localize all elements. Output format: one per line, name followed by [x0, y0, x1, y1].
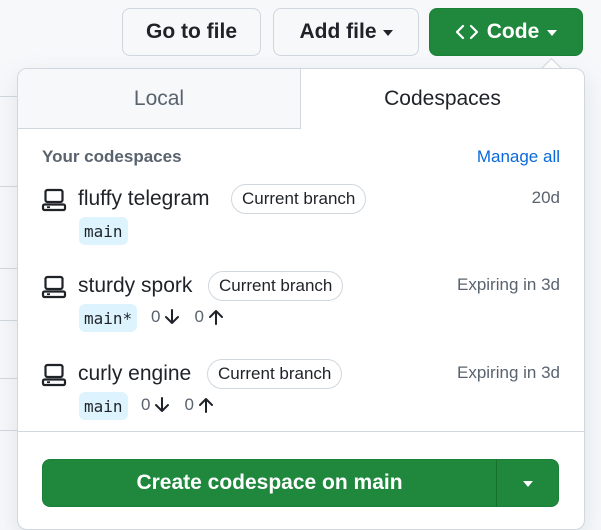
- commit-counts: 0 0: [141, 395, 214, 415]
- code-dropdown-panel: Local Codespaces Your codespaces Manage …: [17, 68, 585, 530]
- code-button[interactable]: Code: [429, 8, 583, 56]
- panel-divider: [18, 431, 584, 432]
- branch-label: main: [79, 217, 128, 245]
- background-divider: [0, 320, 18, 321]
- codespace-laptop-icon: [41, 363, 67, 387]
- current-branch-badge: Current branch: [231, 184, 367, 214]
- codespace-item[interactable]: fluffy telegram Current branch 20d main: [18, 184, 584, 267]
- arrow-up-icon: [198, 398, 213, 413]
- branch-label: main: [79, 392, 128, 420]
- code-brackets-icon: [455, 24, 478, 40]
- add-file-label: Add file: [299, 20, 377, 43]
- create-codespace-options-button[interactable]: [496, 459, 559, 507]
- manage-all-link[interactable]: Manage all: [477, 147, 560, 167]
- tab-bar: Local Codespaces: [18, 69, 584, 129]
- background-divider: [0, 378, 18, 379]
- code-label: Code: [486, 20, 540, 43]
- chevron-down-icon: [547, 30, 558, 36]
- chevron-down-icon: [382, 30, 393, 36]
- create-codespace-label: Create codespace on main: [136, 471, 403, 494]
- codespace-name: sturdy spork: [78, 274, 193, 297]
- ahead-count: 0: [194, 307, 204, 326]
- background-divider: [0, 186, 18, 187]
- codespace-item[interactable]: curly engine Current branch Expiring in …: [18, 359, 584, 442]
- codespace-name: fluffy telegram: [78, 187, 210, 210]
- add-file-button[interactable]: Add file: [273, 8, 419, 56]
- branch-label: main*: [79, 304, 138, 332]
- codespace-item[interactable]: sturdy spork Current branch Expiring in …: [18, 271, 584, 354]
- behind-count: 0: [141, 395, 151, 414]
- behind-count: 0: [151, 307, 161, 326]
- go-to-file-label: Go to file: [146, 20, 237, 43]
- codespace-name: curly engine: [78, 362, 192, 385]
- commit-counts: 0 0: [151, 307, 224, 327]
- tab-local[interactable]: Local: [18, 69, 301, 129]
- codespace-status: 20d: [531, 188, 560, 207]
- codespace-laptop-icon: [41, 188, 67, 212]
- ahead-count: 0: [184, 395, 194, 414]
- arrow-up-icon: [208, 310, 223, 325]
- section-title: Your codespaces: [42, 147, 182, 166]
- tab-codespaces[interactable]: Codespaces: [301, 69, 584, 129]
- arrow-down-icon: [155, 397, 170, 412]
- background-divider: [0, 430, 18, 431]
- background-divider: [0, 96, 18, 97]
- codespace-status: Expiring in 3d: [456, 363, 560, 382]
- background-divider: [0, 268, 18, 269]
- go-to-file-button[interactable]: Go to file: [122, 8, 261, 56]
- tab-codespaces-label: Codespaces: [384, 87, 501, 110]
- codespace-status: Expiring in 3d: [456, 275, 560, 294]
- arrow-down-icon: [165, 309, 180, 324]
- current-branch-badge: Current branch: [208, 271, 344, 301]
- chevron-down-icon: [522, 481, 533, 487]
- tab-local-label: Local: [133, 86, 185, 110]
- codespace-laptop-icon: [41, 275, 67, 299]
- current-branch-badge: Current branch: [207, 359, 343, 389]
- create-codespace-button[interactable]: Create codespace on main: [42, 459, 496, 507]
